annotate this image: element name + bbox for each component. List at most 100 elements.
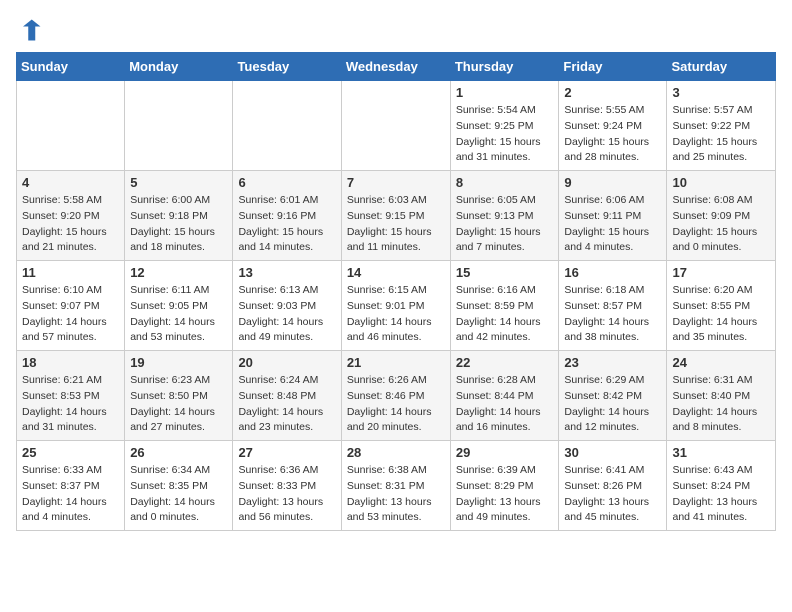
day-number: 15: [456, 265, 554, 280]
day-info: Sunrise: 6:34 AM Sunset: 8:35 PM Dayligh…: [130, 463, 227, 526]
calendar-cell: [17, 81, 125, 171]
day-info: Sunrise: 6:38 AM Sunset: 8:31 PM Dayligh…: [347, 463, 445, 526]
day-info: Sunrise: 6:29 AM Sunset: 8:42 PM Dayligh…: [564, 373, 661, 436]
day-info: Sunrise: 5:58 AM Sunset: 9:20 PM Dayligh…: [22, 193, 119, 256]
day-number: 12: [130, 265, 227, 280]
calendar-cell: 30 Sunrise: 6:41 AM Sunset: 8:26 PM Dayli…: [559, 441, 667, 531]
day-info: Sunrise: 6:05 AM Sunset: 9:13 PM Dayligh…: [456, 193, 554, 256]
day-number: 1: [456, 85, 554, 100]
day-info: Sunrise: 6:39 AM Sunset: 8:29 PM Dayligh…: [456, 463, 554, 526]
day-number: 18: [22, 355, 119, 370]
day-info: Sunrise: 5:57 AM Sunset: 9:22 PM Dayligh…: [672, 103, 770, 166]
day-info: Sunrise: 6:01 AM Sunset: 9:16 PM Dayligh…: [238, 193, 335, 256]
calendar-cell: 14 Sunrise: 6:15 AM Sunset: 9:01 PM Dayli…: [341, 261, 450, 351]
day-number: 8: [456, 175, 554, 190]
day-info: Sunrise: 5:54 AM Sunset: 9:25 PM Dayligh…: [456, 103, 554, 166]
calendar-cell: 22 Sunrise: 6:28 AM Sunset: 8:44 PM Dayli…: [450, 351, 559, 441]
calendar-cell: 8 Sunrise: 6:05 AM Sunset: 9:13 PM Daylig…: [450, 171, 559, 261]
day-header-wednesday: Wednesday: [341, 53, 450, 81]
day-number: 7: [347, 175, 445, 190]
day-info: Sunrise: 6:16 AM Sunset: 8:59 PM Dayligh…: [456, 283, 554, 346]
day-number: 5: [130, 175, 227, 190]
day-number: 20: [238, 355, 335, 370]
calendar-cell: 13Sunrise: 6:13 AM Sunset: 9:03 PM Dayli…: [233, 261, 341, 351]
day-number: 2: [564, 85, 661, 100]
day-info: Sunrise: 6:03 AM Sunset: 9:15 PM Dayligh…: [347, 193, 445, 256]
day-info: Sunrise: 6:43 AM Sunset: 8:24 PM Dayligh…: [672, 463, 770, 526]
calendar-cell: 28 Sunrise: 6:38 AM Sunset: 8:31 PM Dayli…: [341, 441, 450, 531]
calendar-cell: 21Sunrise: 6:26 AM Sunset: 8:46 PM Dayli…: [341, 351, 450, 441]
logo-icon: [16, 16, 44, 44]
day-header-friday: Friday: [559, 53, 667, 81]
day-info: Sunrise: 6:41 AM Sunset: 8:26 PM Dayligh…: [564, 463, 661, 526]
day-number: 28: [347, 445, 445, 460]
calendar-cell: 12 Sunrise: 6:11 AM Sunset: 9:05 PM Dayli…: [125, 261, 233, 351]
calendar-cell: 1 Sunrise: 5:54 AM Sunset: 9:25 PM Daylig…: [450, 81, 559, 171]
calendar-week-3: 11Sunrise: 6:10 AM Sunset: 9:07 PM Dayli…: [17, 261, 776, 351]
day-number: 31: [672, 445, 770, 460]
calendar-cell: 9Sunrise: 6:06 AM Sunset: 9:11 PM Daylig…: [559, 171, 667, 261]
day-header-saturday: Saturday: [667, 53, 776, 81]
day-number: 23: [564, 355, 661, 370]
calendar-cell: 2 Sunrise: 5:55 AM Sunset: 9:24 PM Daylig…: [559, 81, 667, 171]
day-number: 3: [672, 85, 770, 100]
calendar-cell: 11Sunrise: 6:10 AM Sunset: 9:07 PM Dayli…: [17, 261, 125, 351]
day-info: Sunrise: 6:23 AM Sunset: 8:50 PM Dayligh…: [130, 373, 227, 436]
day-info: Sunrise: 6:11 AM Sunset: 9:05 PM Dayligh…: [130, 283, 227, 346]
calendar-cell: [341, 81, 450, 171]
page-header: [16, 16, 776, 44]
calendar-cell: 19 Sunrise: 6:23 AM Sunset: 8:50 PM Dayli…: [125, 351, 233, 441]
day-number: 25: [22, 445, 119, 460]
calendar-cell: 17Sunrise: 6:20 AM Sunset: 8:55 PM Dayli…: [667, 261, 776, 351]
day-info: Sunrise: 6:26 AM Sunset: 8:46 PM Dayligh…: [347, 373, 445, 436]
calendar-week-5: 25Sunrise: 6:33 AM Sunset: 8:37 PM Dayli…: [17, 441, 776, 531]
calendar-cell: [233, 81, 341, 171]
day-info: Sunrise: 6:21 AM Sunset: 8:53 PM Dayligh…: [22, 373, 119, 436]
calendar-cell: 25Sunrise: 6:33 AM Sunset: 8:37 PM Dayli…: [17, 441, 125, 531]
calendar-cell: 24 Sunrise: 6:31 AM Sunset: 8:40 PM Dayli…: [667, 351, 776, 441]
day-info: Sunrise: 6:31 AM Sunset: 8:40 PM Dayligh…: [672, 373, 770, 436]
calendar-cell: 15 Sunrise: 6:16 AM Sunset: 8:59 PM Dayli…: [450, 261, 559, 351]
day-number: 16: [564, 265, 661, 280]
calendar-cell: 16 Sunrise: 6:18 AM Sunset: 8:57 PM Dayli…: [559, 261, 667, 351]
day-info: Sunrise: 6:06 AM Sunset: 9:11 PM Dayligh…: [564, 193, 661, 256]
calendar-cell: 20 Sunrise: 6:24 AM Sunset: 8:48 PM Dayli…: [233, 351, 341, 441]
day-number: 14: [347, 265, 445, 280]
calendar-header-row: SundayMondayTuesdayWednesdayThursdayFrid…: [17, 53, 776, 81]
calendar-cell: 10 Sunrise: 6:08 AM Sunset: 9:09 PM Dayli…: [667, 171, 776, 261]
day-header-sunday: Sunday: [17, 53, 125, 81]
day-number: 26: [130, 445, 227, 460]
calendar-cell: 27Sunrise: 6:36 AM Sunset: 8:33 PM Dayli…: [233, 441, 341, 531]
day-number: 4: [22, 175, 119, 190]
calendar-cell: [125, 81, 233, 171]
calendar-cell: 7 Sunrise: 6:03 AM Sunset: 9:15 PM Daylig…: [341, 171, 450, 261]
day-info: Sunrise: 6:18 AM Sunset: 8:57 PM Dayligh…: [564, 283, 661, 346]
day-number: 10: [672, 175, 770, 190]
day-info: Sunrise: 6:08 AM Sunset: 9:09 PM Dayligh…: [672, 193, 770, 256]
day-info: Sunrise: 6:28 AM Sunset: 8:44 PM Dayligh…: [456, 373, 554, 436]
day-number: 27: [238, 445, 335, 460]
calendar-week-1: 1 Sunrise: 5:54 AM Sunset: 9:25 PM Daylig…: [17, 81, 776, 171]
day-number: 24: [672, 355, 770, 370]
day-number: 17: [672, 265, 770, 280]
day-number: 13: [238, 265, 335, 280]
day-header-thursday: Thursday: [450, 53, 559, 81]
calendar-cell: 5 Sunrise: 6:00 AM Sunset: 9:18 PM Daylig…: [125, 171, 233, 261]
day-number: 6: [238, 175, 335, 190]
calendar-cell: 26 Sunrise: 6:34 AM Sunset: 8:35 PM Dayli…: [125, 441, 233, 531]
calendar-cell: 31 Sunrise: 6:43 AM Sunset: 8:24 PM Dayli…: [667, 441, 776, 531]
day-info: Sunrise: 6:15 AM Sunset: 9:01 PM Dayligh…: [347, 283, 445, 346]
day-number: 19: [130, 355, 227, 370]
day-info: Sunrise: 5:55 AM Sunset: 9:24 PM Dayligh…: [564, 103, 661, 166]
calendar-cell: 29 Sunrise: 6:39 AM Sunset: 8:29 PM Dayli…: [450, 441, 559, 531]
calendar: SundayMondayTuesdayWednesdayThursdayFrid…: [16, 52, 776, 531]
day-number: 29: [456, 445, 554, 460]
calendar-week-2: 4 Sunrise: 5:58 AM Sunset: 9:20 PM Daylig…: [17, 171, 776, 261]
day-number: 30: [564, 445, 661, 460]
calendar-cell: 4 Sunrise: 5:58 AM Sunset: 9:20 PM Daylig…: [17, 171, 125, 261]
day-header-monday: Monday: [125, 53, 233, 81]
day-number: 22: [456, 355, 554, 370]
day-info: Sunrise: 6:24 AM Sunset: 8:48 PM Dayligh…: [238, 373, 335, 436]
day-info: Sunrise: 6:00 AM Sunset: 9:18 PM Dayligh…: [130, 193, 227, 256]
calendar-cell: 6 Sunrise: 6:01 AM Sunset: 9:16 PM Daylig…: [233, 171, 341, 261]
